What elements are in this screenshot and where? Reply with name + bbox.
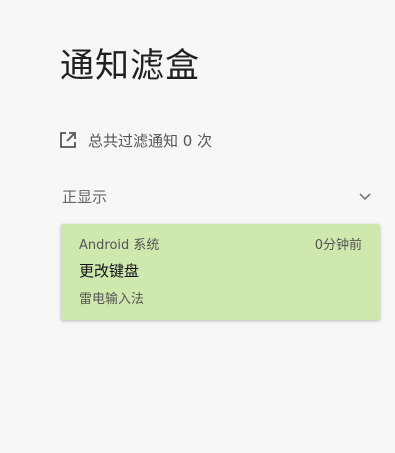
chevron-down-icon[interactable] bbox=[356, 187, 374, 205]
section-label: 正显示 bbox=[62, 187, 108, 206]
app-screen: 通知滤盒 总共过滤通知 0 次 正显示 Android 系统 0分钟前 更改键盘… bbox=[0, 0, 395, 453]
notification-body: 雷电输入法 bbox=[79, 292, 145, 307]
showing-section-header[interactable]: 正显示 bbox=[62, 182, 374, 210]
notification-title: 更改键盘 bbox=[79, 262, 140, 280]
notification-source: Android 系统 bbox=[79, 237, 160, 253]
notification-time: 0分钟前 bbox=[314, 237, 362, 253]
page-title: 通知滤盒 bbox=[60, 46, 200, 86]
filtered-count-text: 总共过滤通知 0 次 bbox=[88, 131, 213, 150]
filter-stats-row[interactable]: 总共过滤通知 0 次 bbox=[58, 128, 212, 152]
notification-header: Android 系统 0分钟前 bbox=[79, 234, 362, 253]
open-in-new-icon bbox=[58, 130, 78, 150]
notification-card[interactable]: Android 系统 0分钟前 更改键盘 雷电输入法 bbox=[61, 224, 380, 320]
